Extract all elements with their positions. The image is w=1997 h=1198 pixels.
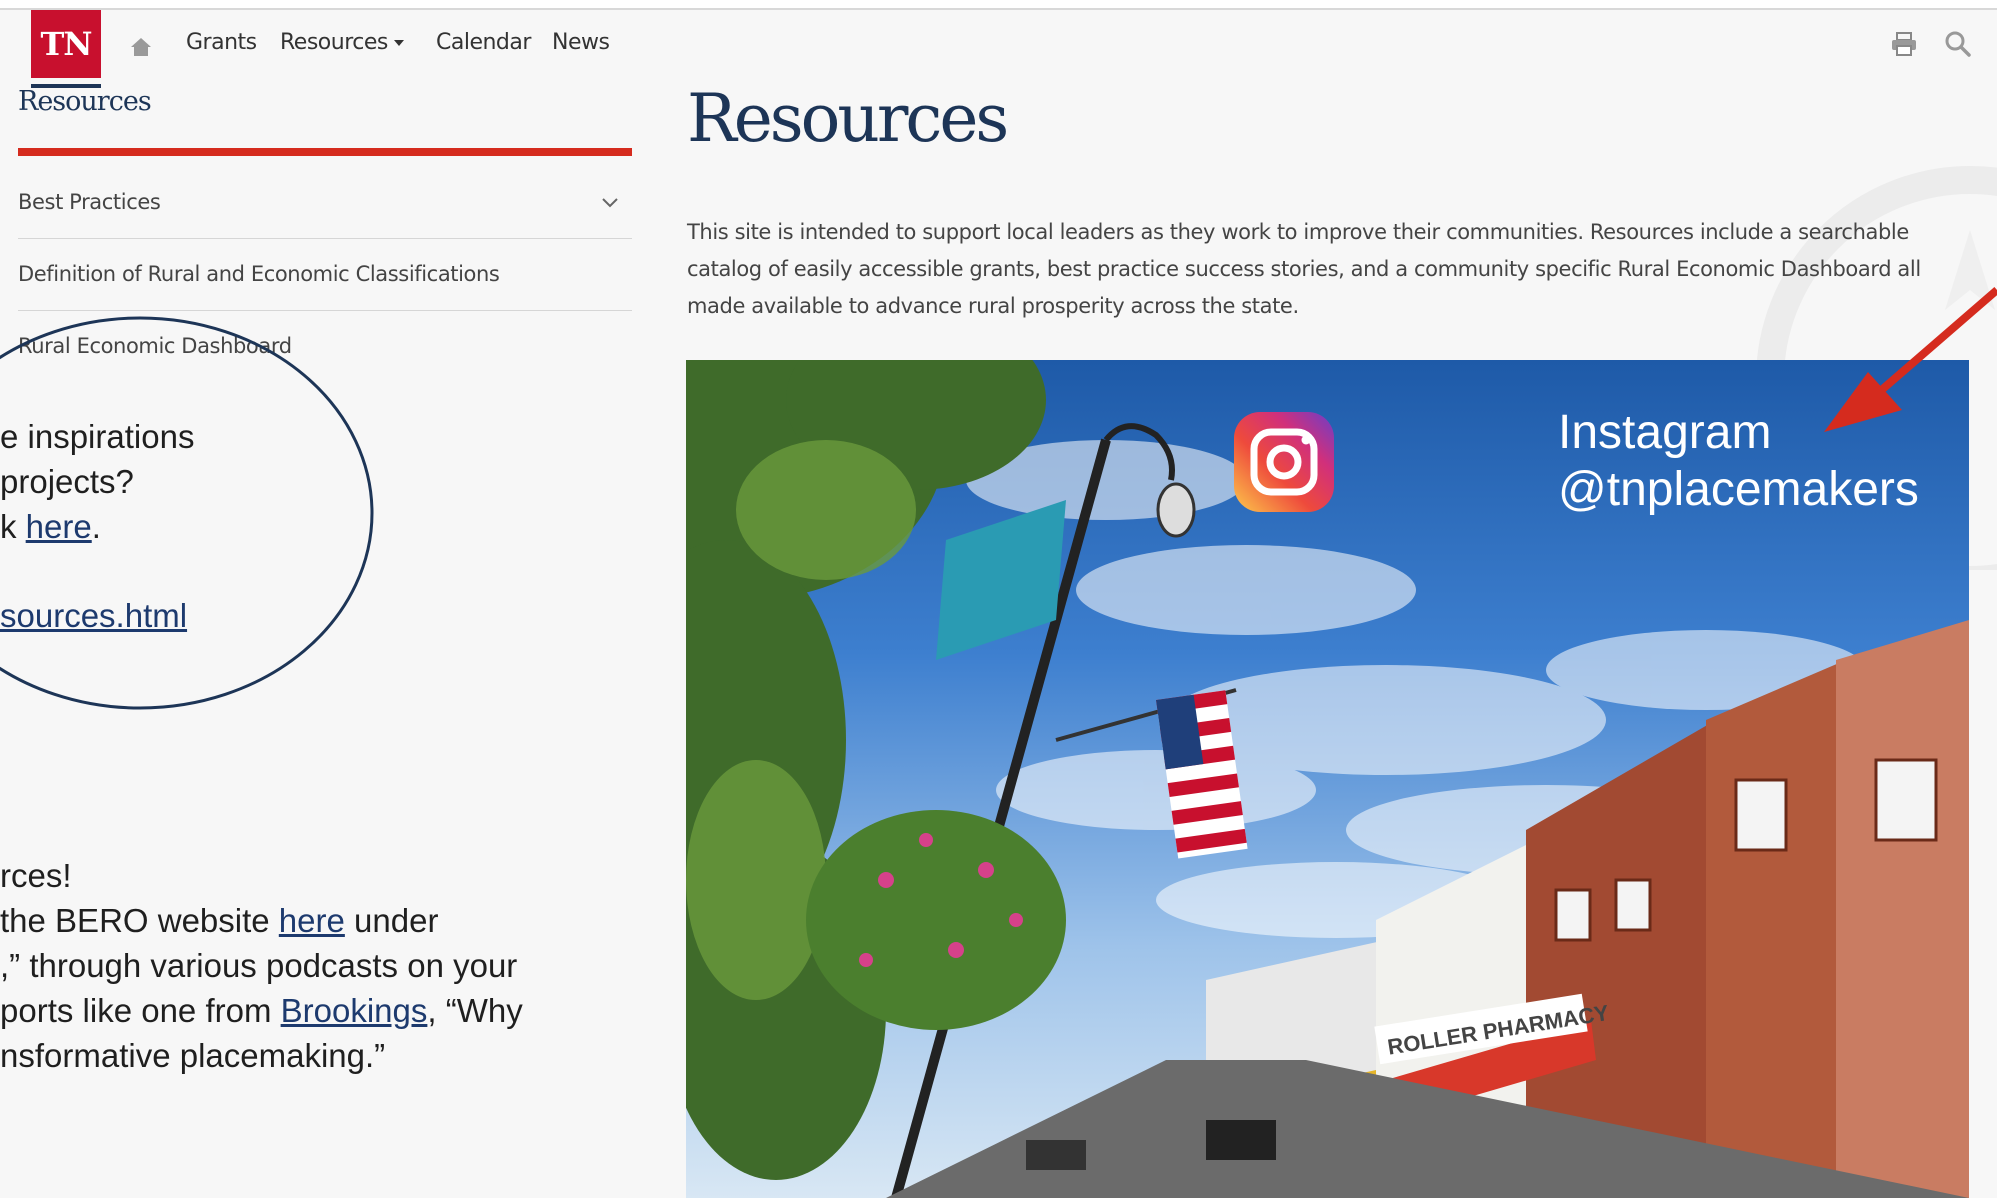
annotation-line-look-here: k here. [0,508,101,546]
annotation-url: sources.html [0,597,187,635]
annotation-text: the BERO website [0,902,279,939]
bero-here-link[interactable]: here [279,902,345,939]
annotation-text: , “Why [427,992,523,1029]
annotation-text: . [91,508,101,545]
print-icon[interactable] [1890,30,1918,58]
brookings-link[interactable]: Brookings [281,992,428,1029]
annotation-text: k [0,508,26,545]
nav-news[interactable]: News [552,30,610,55]
instagram-handle: @tnplacemakers [1558,463,1919,516]
annotation-line-resources: rces! [0,857,72,894]
intro-paragraph: This site is intended to support local l… [687,220,1921,318]
annotation-line-inspirations: e inspirations [0,418,195,455]
search-icon[interactable] [1944,30,1972,58]
website-page: TN Grants Resources Calendar News Resour… [0,0,1997,1198]
annotation-line-projects: projects? [0,463,134,500]
here-link[interactable]: here [26,508,92,545]
annotation-line-bero: the BERO website here under [0,902,438,940]
annotation-line-brookings: ports like one from Brookings, “Why [0,992,523,1030]
page-title: Resources [687,80,1009,157]
red-arrow-annotation [1824,286,1997,432]
resources-url-link[interactable]: sources.html [0,597,187,634]
chevron-down-icon[interactable] [600,196,620,210]
annotation-text: ports like one from [0,992,281,1029]
annotation-line-placemaking: nsformative placemaking.” [0,1037,386,1074]
instagram-icon [1234,412,1334,512]
annotation-line-podcasts: ,” through various podcasts on your [0,947,518,984]
annotation-text: under [344,902,439,939]
nav-calendar[interactable]: Calendar [436,30,531,55]
